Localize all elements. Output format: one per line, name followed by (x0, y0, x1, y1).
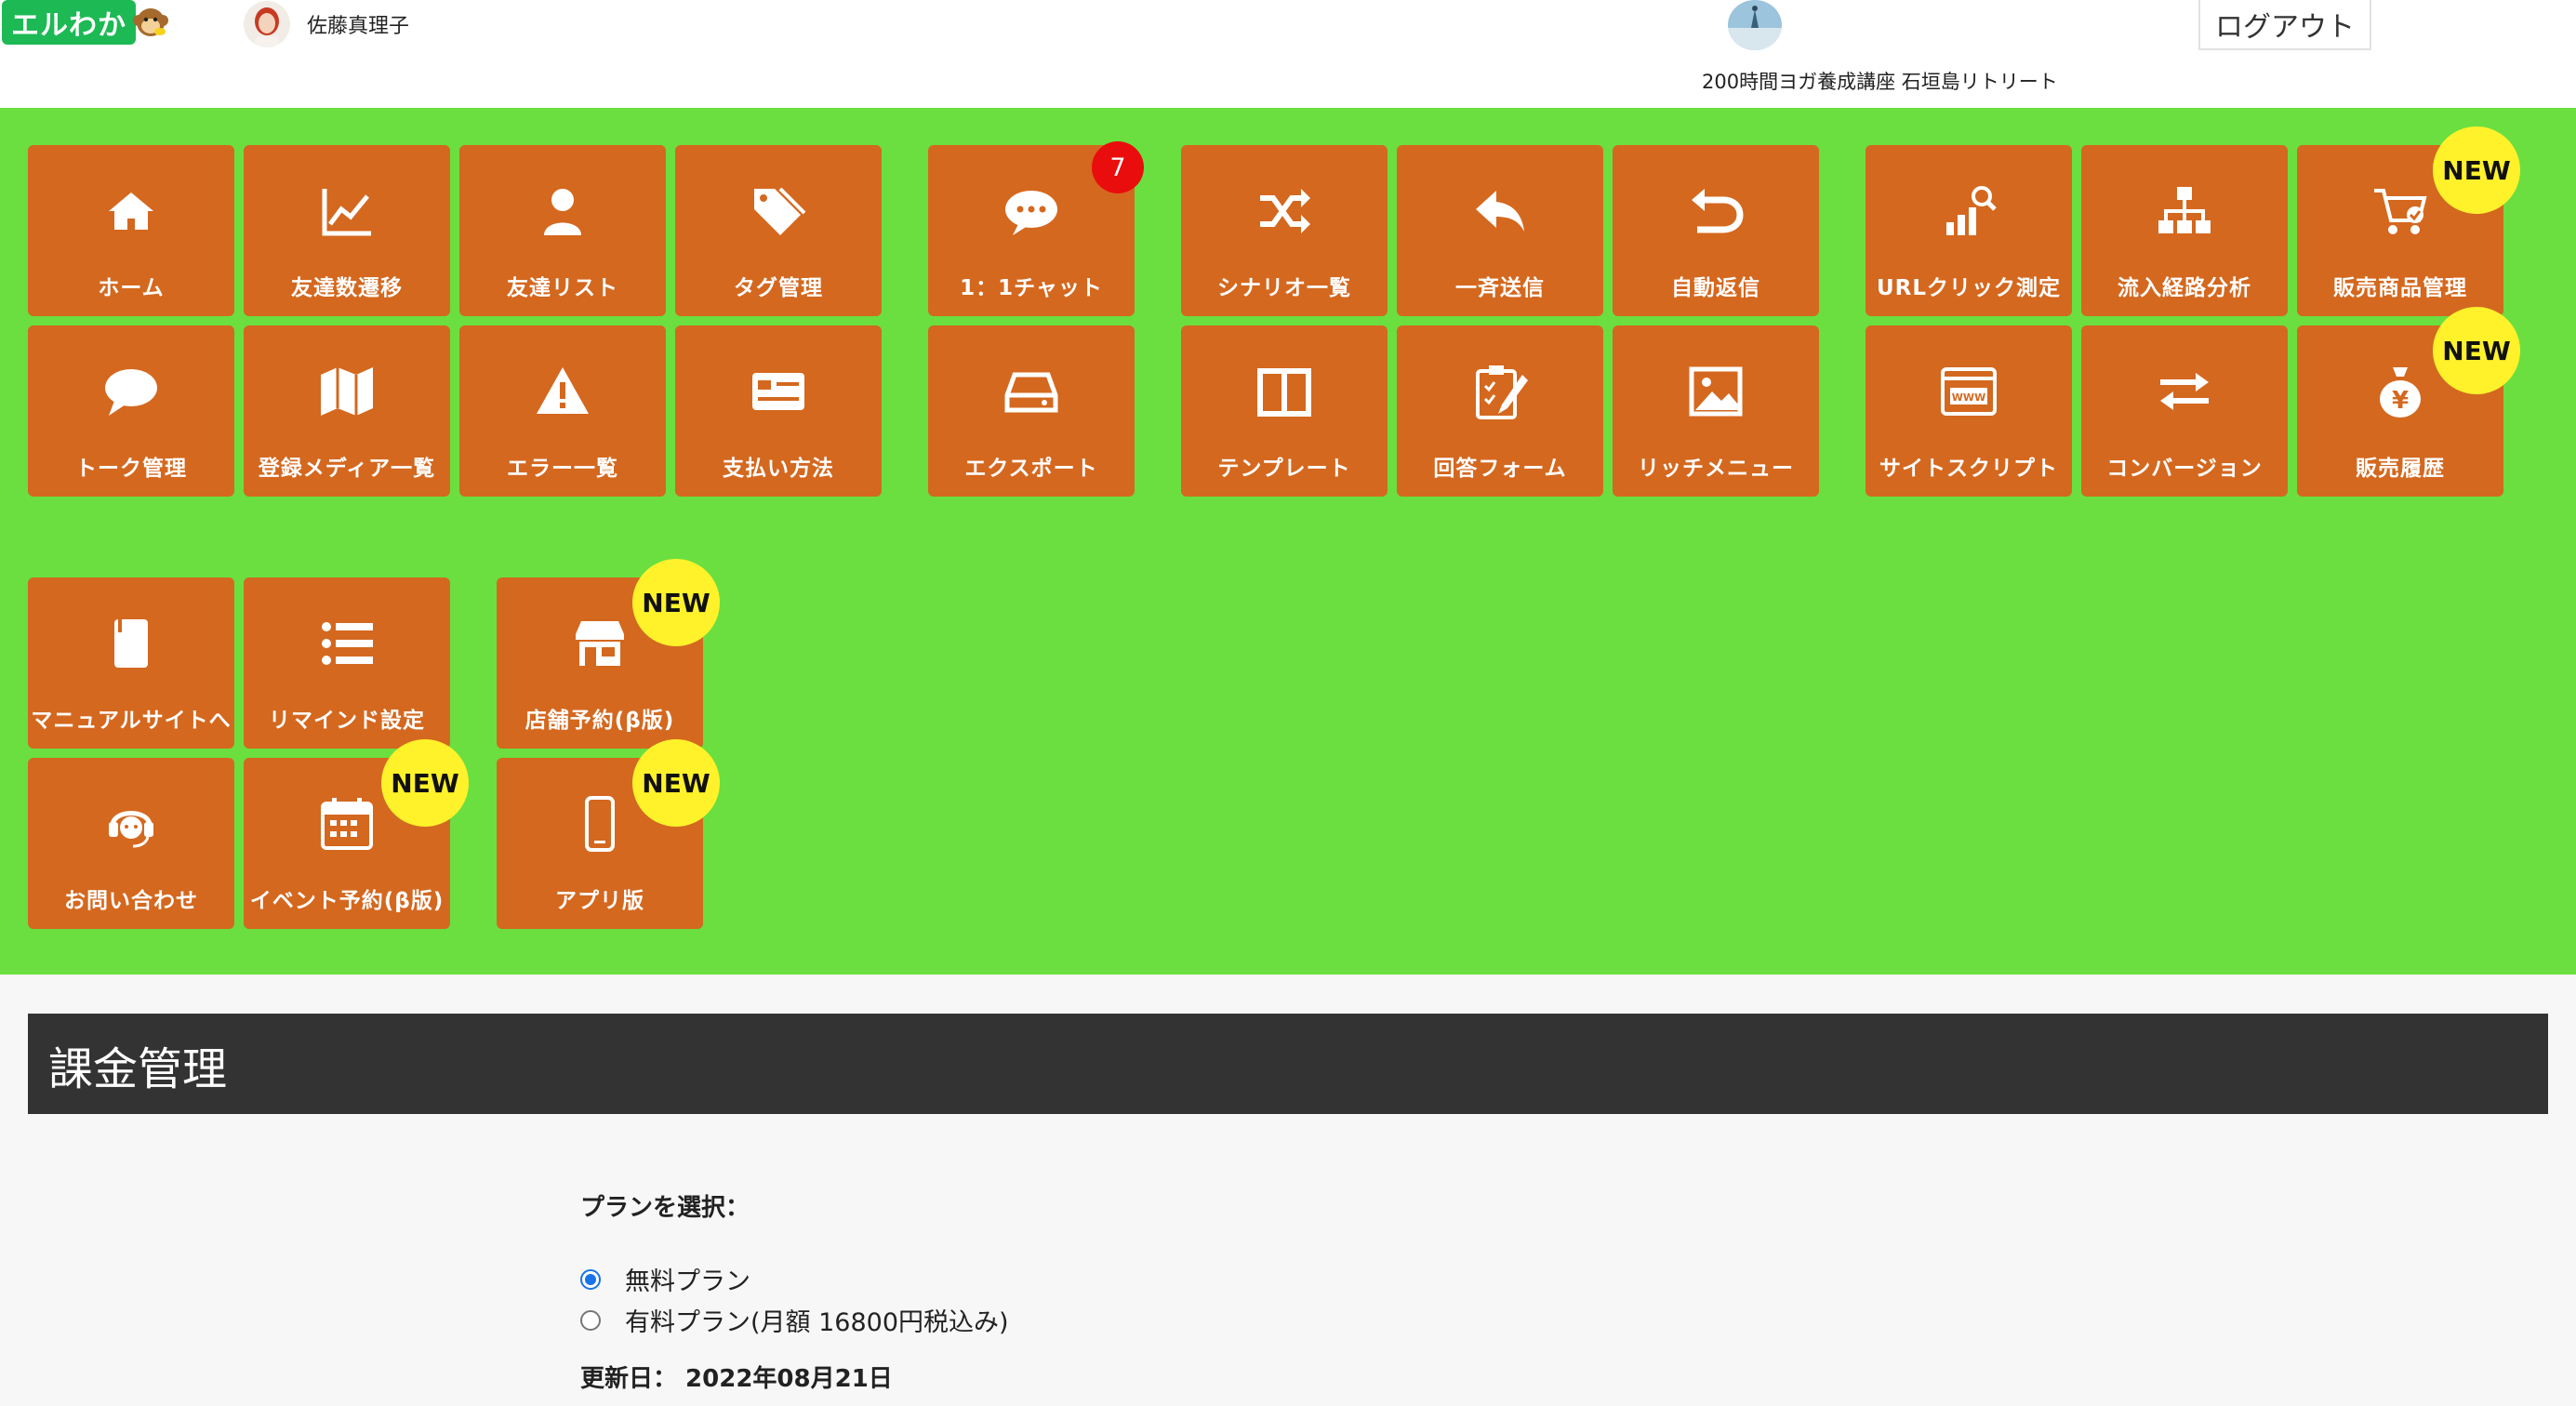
tile-scenario-list[interactable]: シナリオ一覧 (1181, 145, 1388, 316)
store-icon (576, 621, 624, 666)
menu-panel: ホーム 友達数遷移 友達リスト タグ管理 1：1チャット 7 シナリオ一覧 一斉… (0, 108, 2576, 975)
tile-friend-list[interactable]: 友達リスト (459, 145, 666, 316)
user-name: 佐藤真理子 (307, 15, 410, 38)
tile-remind-setting[interactable]: リマインド設定 (244, 577, 450, 749)
calendar-icon (321, 798, 373, 850)
tile-url-click[interactable]: URLクリック測定 (1866, 145, 2072, 316)
paid-plan-option[interactable]: 有料プラン(月額 16800円税込み) (580, 1302, 1009, 1338)
plan-select-label: プランを選択： (580, 1194, 750, 1222)
speech-bubble-icon (105, 369, 157, 416)
tile-conversion[interactable]: コンバージョン (2081, 325, 2288, 497)
tile-payment-method[interactable]: 支払い方法 (675, 325, 882, 497)
tile-tag-manage[interactable]: タグ管理 (675, 145, 882, 316)
tile-friend-trend[interactable]: 友達数遷移 (244, 145, 450, 316)
new-badge: NEW (632, 559, 720, 646)
tile-home[interactable]: ホーム (28, 145, 234, 316)
shopping-cart-icon (2374, 189, 2427, 234)
new-badge: NEW (381, 739, 469, 827)
free-plan-option[interactable]: 無料プラン (580, 1261, 750, 1297)
tile-auto-reply[interactable]: 自動返信 (1613, 145, 1819, 316)
new-badge: NEW (2433, 126, 2520, 214)
user-icon (544, 189, 581, 235)
account-name: 200時間ヨガ養成講座 石垣島リトリート (1702, 71, 2058, 93)
image-icon (1689, 366, 1743, 417)
new-badge: NEW (632, 739, 720, 827)
svg-text:WWW: WWW (1952, 391, 1985, 404)
money-bag-yen-icon: ¥ (2380, 367, 2421, 418)
hard-drive-icon (1004, 372, 1058, 413)
browser-www-icon: WWW (1941, 367, 1997, 416)
svg-text:¥: ¥ (2392, 387, 2409, 415)
map-icon (321, 367, 373, 416)
headset-support-icon (109, 811, 153, 848)
logout-button[interactable]: ログアウト (2198, 0, 2371, 50)
exchange-arrows-icon (2160, 373, 2209, 410)
shuffle-icon (1260, 189, 1310, 233)
app-logo[interactable]: エルわか (2, 0, 169, 45)
tile-rich-menu[interactable]: リッチメニュー (1613, 325, 1819, 497)
page-title: 課金管理 (48, 1043, 228, 1095)
account-avatar[interactable] (1728, 0, 1782, 50)
credit-card-icon (752, 373, 804, 410)
book-icon (114, 619, 148, 668)
tile-manual-site[interactable]: マニュアルサイトへ (28, 577, 234, 749)
line-chart-icon (322, 189, 371, 236)
update-date: 更新日： 2022年08月21日 (580, 1365, 893, 1393)
paid-plan-radio[interactable] (580, 1309, 601, 1331)
warning-icon (537, 367, 589, 414)
chat-bubble-icon (1005, 191, 1057, 235)
sitemap-icon (2158, 187, 2211, 233)
logo-text: エルわか (2, 0, 136, 45)
tile-template[interactable]: テンプレート (1181, 325, 1388, 497)
tile-site-script[interactable]: WWW サイトスクリプト (1866, 325, 2072, 497)
tile-chat[interactable]: 1：1チャット 7 (928, 141, 1144, 316)
section-header: 課金管理 (28, 1014, 2548, 1114)
tile-talk-manage[interactable]: トーク管理 (28, 325, 234, 497)
current-user[interactable]: 佐藤真理子 (244, 0, 409, 48)
undo-icon (1692, 189, 1744, 233)
new-badge: NEW (2433, 307, 2520, 394)
free-plan-label: 無料プラン (625, 1267, 750, 1296)
free-plan-radio[interactable] (580, 1268, 601, 1290)
unread-count-badge: 7 (1092, 141, 1144, 193)
tag-icon (754, 187, 806, 235)
tile-answer-form[interactable]: 回答フォーム (1397, 325, 1603, 497)
top-header: エルわか 佐藤真理子 200時間ヨガ養成講座 石垣島リトリート ログアウト (0, 0, 2576, 108)
clipboard-edit-icon (1476, 365, 1528, 419)
columns-icon (1257, 368, 1311, 417)
list-icon (322, 622, 373, 665)
tile-broadcast[interactable]: 一斉送信 (1397, 145, 1603, 316)
tile-inflow-analysis[interactable]: 流入経路分析 (2081, 145, 2288, 316)
paid-plan-label: 有料プラン(月額 16800円税込み) (625, 1308, 1009, 1337)
home-icon (109, 192, 153, 230)
tile-media-list[interactable]: 登録メディア一覧 (244, 325, 450, 497)
tile-contact[interactable]: お問い合わせ (28, 758, 234, 929)
smartphone-icon (585, 796, 615, 852)
reply-icon (1476, 191, 1524, 232)
bar-chart-search-icon (1946, 186, 1997, 235)
monkey-mascot-icon (133, 8, 168, 36)
user-avatar (244, 1, 290, 47)
tile-error-list[interactable]: エラー一覧 (459, 325, 666, 497)
tile-export[interactable]: エクスポート (928, 325, 1135, 497)
